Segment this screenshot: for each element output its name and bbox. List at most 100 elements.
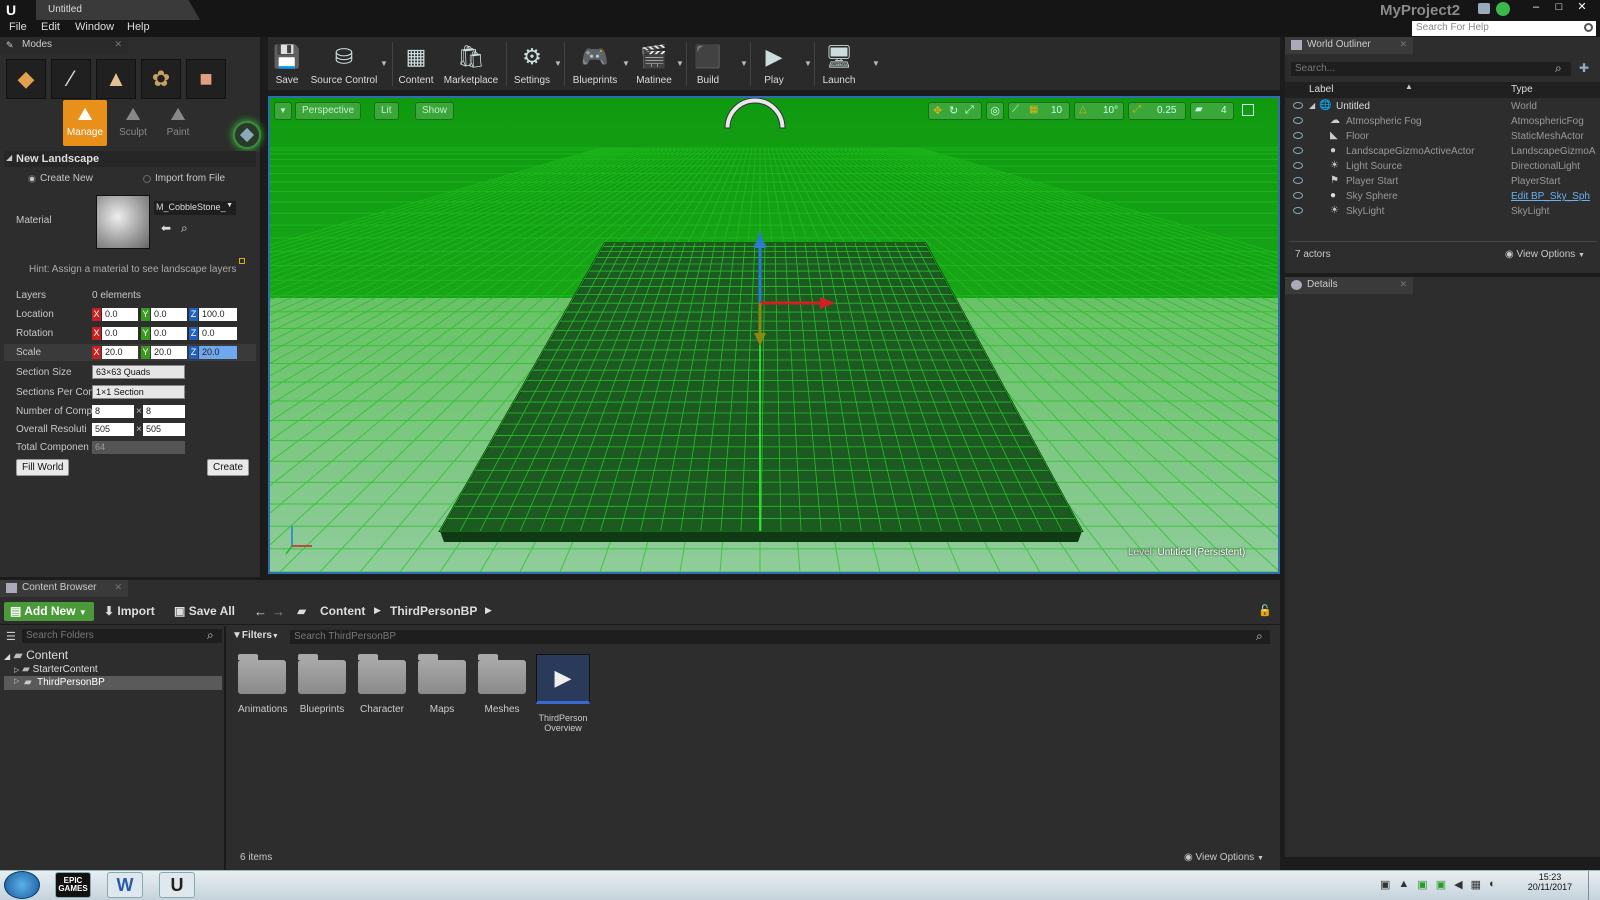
tool-settings-button[interactable] [233,121,261,149]
overall-res-b-field[interactable]: 505 [143,423,185,436]
launch-button[interactable]: 🖥 Launch [820,37,858,90]
maximize-button[interactable]: □ [1548,0,1570,14]
outliner-row[interactable]: ⚑ Player Start PlayerStart [1285,174,1600,189]
asset-tile[interactable]: Animations [238,654,287,715]
rotation-x-field[interactable]: 0.0 [102,327,138,340]
visibility-eye-icon[interactable] [1293,132,1303,139]
matinee-chevron-icon[interactable]: ▼ [676,59,684,68]
asset-tile-thirdperson-overview[interactable]: ▶ ThirdPerson Overview [536,654,590,733]
document-tab[interactable]: Untitled [36,0,200,20]
outliner-row[interactable]: ◢ 🌐 Untitled World [1285,99,1600,114]
marketplace-button[interactable]: 🛍 Marketplace [440,37,502,90]
create-folder-icon[interactable]: ✚ [1579,61,1589,75]
tree-startercontent[interactable]: ▷ ▰ StarterContent [14,664,98,675]
import-from-file-radio[interactable] [143,175,151,183]
material-dropdown[interactable]: M_CobbleStone_ ▼ [154,201,236,215]
asset-tile[interactable]: Meshes [478,654,526,715]
source-control-chevron-icon[interactable]: ▼ [380,59,388,68]
breadcrumb-arrow-icon[interactable]: ▶ [485,605,492,616]
start-button-icon[interactable] [4,871,40,899]
tray-icon[interactable]: ◐ [1489,878,1496,891]
place-mode-icon[interactable]: ◆ [6,59,46,99]
outliner-row[interactable]: ☀ Light Source DirectionalLight [1285,159,1600,174]
tray-icon[interactable]: ▣ [1436,878,1446,891]
outliner-row[interactable]: ☀ SkyLight SkyLight [1285,204,1600,219]
show-desktop-button[interactable] [1588,871,1600,900]
visibility-eye-icon[interactable] [1293,117,1303,124]
visibility-eye-icon[interactable] [1293,102,1303,109]
visibility-eye-icon[interactable] [1293,147,1303,154]
rotation-y-field[interactable]: 0.0 [151,327,187,340]
matinee-button[interactable]: 🎬 Matinee [634,37,674,90]
menu-file[interactable]: File [9,21,27,33]
play-button[interactable]: ▶ Play [756,37,792,90]
tray-icon[interactable]: ▣ [1417,878,1427,891]
lock-icon[interactable]: 🔓 [1258,604,1272,617]
content-browser-tab[interactable]: Content Browser ✕ [0,580,128,597]
word-app-icon[interactable]: W [107,872,143,898]
transform-tools-group[interactable]: ✥ ↻ ⤢ [928,102,982,120]
blueprints-chevron-icon[interactable]: ▼ [622,59,630,68]
blueprints-button[interactable]: 🎮 Blueprints [568,37,622,90]
tray-icon[interactable]: ▣ [1380,878,1390,891]
rotation-z-field[interactable]: 0.0 [199,327,237,340]
use-selected-asset-icon[interactable]: ⬅ [161,221,171,235]
outliner-row[interactable]: ☁ Atmospheric Fog AtmosphericFog [1285,114,1600,129]
settings-button[interactable]: ⚙ Settings [510,37,554,90]
sections-per-dropdown[interactable]: 1×1 Section [92,385,185,399]
lit-button[interactable]: Lit [374,102,399,120]
chat-icon[interactable] [1478,3,1490,14]
perspective-button[interactable]: Perspective [295,102,362,120]
scale-z-field[interactable]: 20.0 [199,346,237,359]
outliner-tab-close-icon[interactable]: ✕ [1399,39,1407,50]
col-label-header[interactable]: Label [1309,84,1333,95]
grid-snap-group[interactable]: ⟋ ▦ 10 [1008,102,1070,120]
location-y-field[interactable]: 0.0 [151,308,187,321]
world-outliner-tab[interactable]: World Outliner ✕ [1285,37,1413,54]
volume-icon[interactable]: ◀ [1454,878,1462,891]
filters-button[interactable]: ▼Filters▼ [232,630,279,641]
edit-blueprint-link[interactable]: Edit BP_Sky_Sph [1511,191,1597,202]
launch-chevron-icon[interactable]: ▼ [872,59,880,68]
clock[interactable]: 15:23 20/11/2017 [1520,872,1580,892]
manage-tool-button[interactable]: ⛰ Manage [63,100,107,146]
breadcrumb-content[interactable]: Content [320,604,365,618]
visibility-eye-icon[interactable] [1293,192,1303,199]
modes-tab-close-icon[interactable]: ✕ [114,39,122,50]
camera-speed-group[interactable]: ▰ 4 [1190,102,1234,120]
close-window-button[interactable]: ✕ [1571,0,1593,14]
asset-tile[interactable]: Maps [418,654,466,715]
new-landscape-header[interactable]: ◢ New Landscape [4,151,256,167]
outliner-row[interactable]: ● LandscapeGizmoActiveActor LandscapeGizmo… [1285,144,1600,159]
location-x-field[interactable]: 0.0 [102,308,138,321]
show-button[interactable]: Show [415,102,455,120]
play-chevron-icon[interactable]: ▼ [804,59,812,68]
content-browser-tab-close-icon[interactable]: ✕ [114,582,122,593]
browse-asset-icon[interactable]: ⌕ [181,221,188,236]
build-chevron-icon[interactable]: ▼ [740,59,748,68]
epic-games-launcher-icon[interactable]: EPIC GAMES [55,872,91,898]
menu-help[interactable]: Help [127,21,150,33]
visibility-eye-icon[interactable] [1293,177,1303,184]
tray-icon[interactable]: ▲ [1398,878,1409,891]
geometry-mode-icon[interactable]: ■ [186,59,226,99]
location-z-field[interactable]: 100.0 [199,308,237,321]
scale-y-field[interactable]: 20.0 [151,346,187,359]
back-arrow-icon[interactable]: ← [254,604,267,619]
help-search-input[interactable]: Search For Help [1412,21,1596,36]
menu-edit[interactable]: Edit [41,21,60,33]
create-new-radio[interactable] [28,175,36,183]
tree-thirdpersonbp-selected[interactable]: ▷ ▰ ThirdPersonBP [4,676,222,690]
cb-view-options-button[interactable]: ◉ View Options ▼ [1184,852,1264,863]
add-new-button[interactable]: ▤ Add New ▼ [4,602,94,621]
network-icon[interactable]: ▦ [1471,878,1481,891]
world-local-icon[interactable]: ◎ [986,102,1004,120]
scale-x-field[interactable]: 20.0 [102,346,138,359]
details-tab-close-icon[interactable]: ✕ [1399,279,1407,290]
breadcrumb-arrow-icon[interactable]: ▶ [374,605,381,616]
source-control-button[interactable]: ⛁ Source Control [308,37,380,90]
search-assets-input[interactable]: Search ThirdPersonBP [290,630,1270,644]
paint-mode-icon[interactable]: ⁄ [51,59,91,99]
forward-arrow-icon[interactable]: → [272,604,285,619]
outliner-search-input[interactable]: Search... [1291,62,1571,76]
